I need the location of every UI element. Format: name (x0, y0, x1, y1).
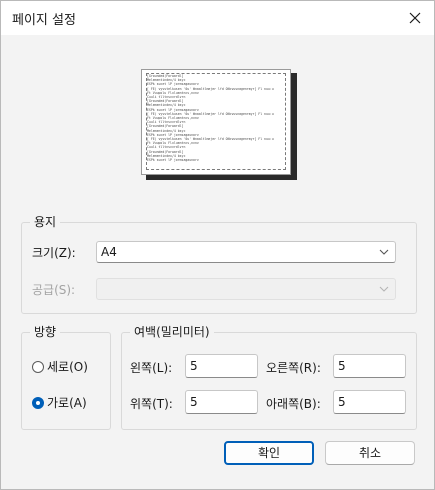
landscape-radio-circle[interactable] (32, 396, 44, 409)
landscape-radio-label: 가로(A) (47, 396, 87, 410)
ok-button[interactable]: 확인 (224, 441, 314, 465)
paper-source-select (96, 278, 396, 300)
close-button[interactable] (404, 7, 426, 29)
paper-size-value: A4 (101, 245, 117, 259)
chevron-down-icon (379, 286, 389, 292)
paper-size-select[interactable]: A4 (96, 241, 396, 263)
margin-right-label: 오른쪽(R): (266, 361, 321, 375)
margins-group: 여백(밀리미터) 왼쪽(L): 오른쪽(R): 위쪽(T): 아래쪽(B): (121, 323, 417, 430)
margin-top-label: 위쪽(T): (130, 397, 173, 411)
paper-group: 용지 크기(Z): A4 공급(S): (21, 213, 417, 314)
orientation-group: 방향 세로(O) 가로(A) (21, 323, 111, 430)
cancel-button[interactable]: 취소 (325, 441, 415, 465)
margin-left-input[interactable] (185, 354, 258, 378)
dialog-title: 페이지 설정 (12, 13, 76, 28)
margin-bottom-input[interactable] (333, 390, 406, 414)
paper-group-label: 용지 (30, 213, 61, 230)
orientation-group-label: 방향 (30, 323, 61, 340)
margin-left-label: 왼쪽(L): (130, 361, 173, 375)
margin-top-input[interactable] (185, 390, 258, 414)
portrait-radio-label: 세로(O) (47, 360, 88, 374)
page-preview: [Grounded(Forwardl] Melementindex/4 bsyc… (141, 69, 291, 175)
margin-bottom-label: 아래쪽(B): (266, 397, 321, 411)
paper-size-label: 크기(Z): (32, 246, 76, 260)
close-icon (409, 12, 421, 24)
page-setup-dialog: 페이지 설정 [Grounded(Forwardl] Melementindex… (0, 0, 435, 490)
dialog-body: [Grounded(Forwardl] Melementindex/4 bsyc… (1, 35, 434, 489)
portrait-radio-circle[interactable] (32, 360, 44, 373)
preview-text: [Grounded(Forwardl] Melementindex/4 bsyc… (147, 74, 274, 163)
paper-source-label: 공급(S): (32, 283, 76, 297)
margin-right-input[interactable] (333, 354, 406, 378)
margins-group-label: 여백(밀리미터) (130, 323, 214, 340)
title-bar[interactable]: 페이지 설정 (1, 1, 434, 35)
chevron-down-icon (379, 249, 389, 255)
portrait-radio[interactable]: 세로(O) (32, 358, 88, 375)
landscape-radio[interactable]: 가로(A) (32, 394, 87, 411)
